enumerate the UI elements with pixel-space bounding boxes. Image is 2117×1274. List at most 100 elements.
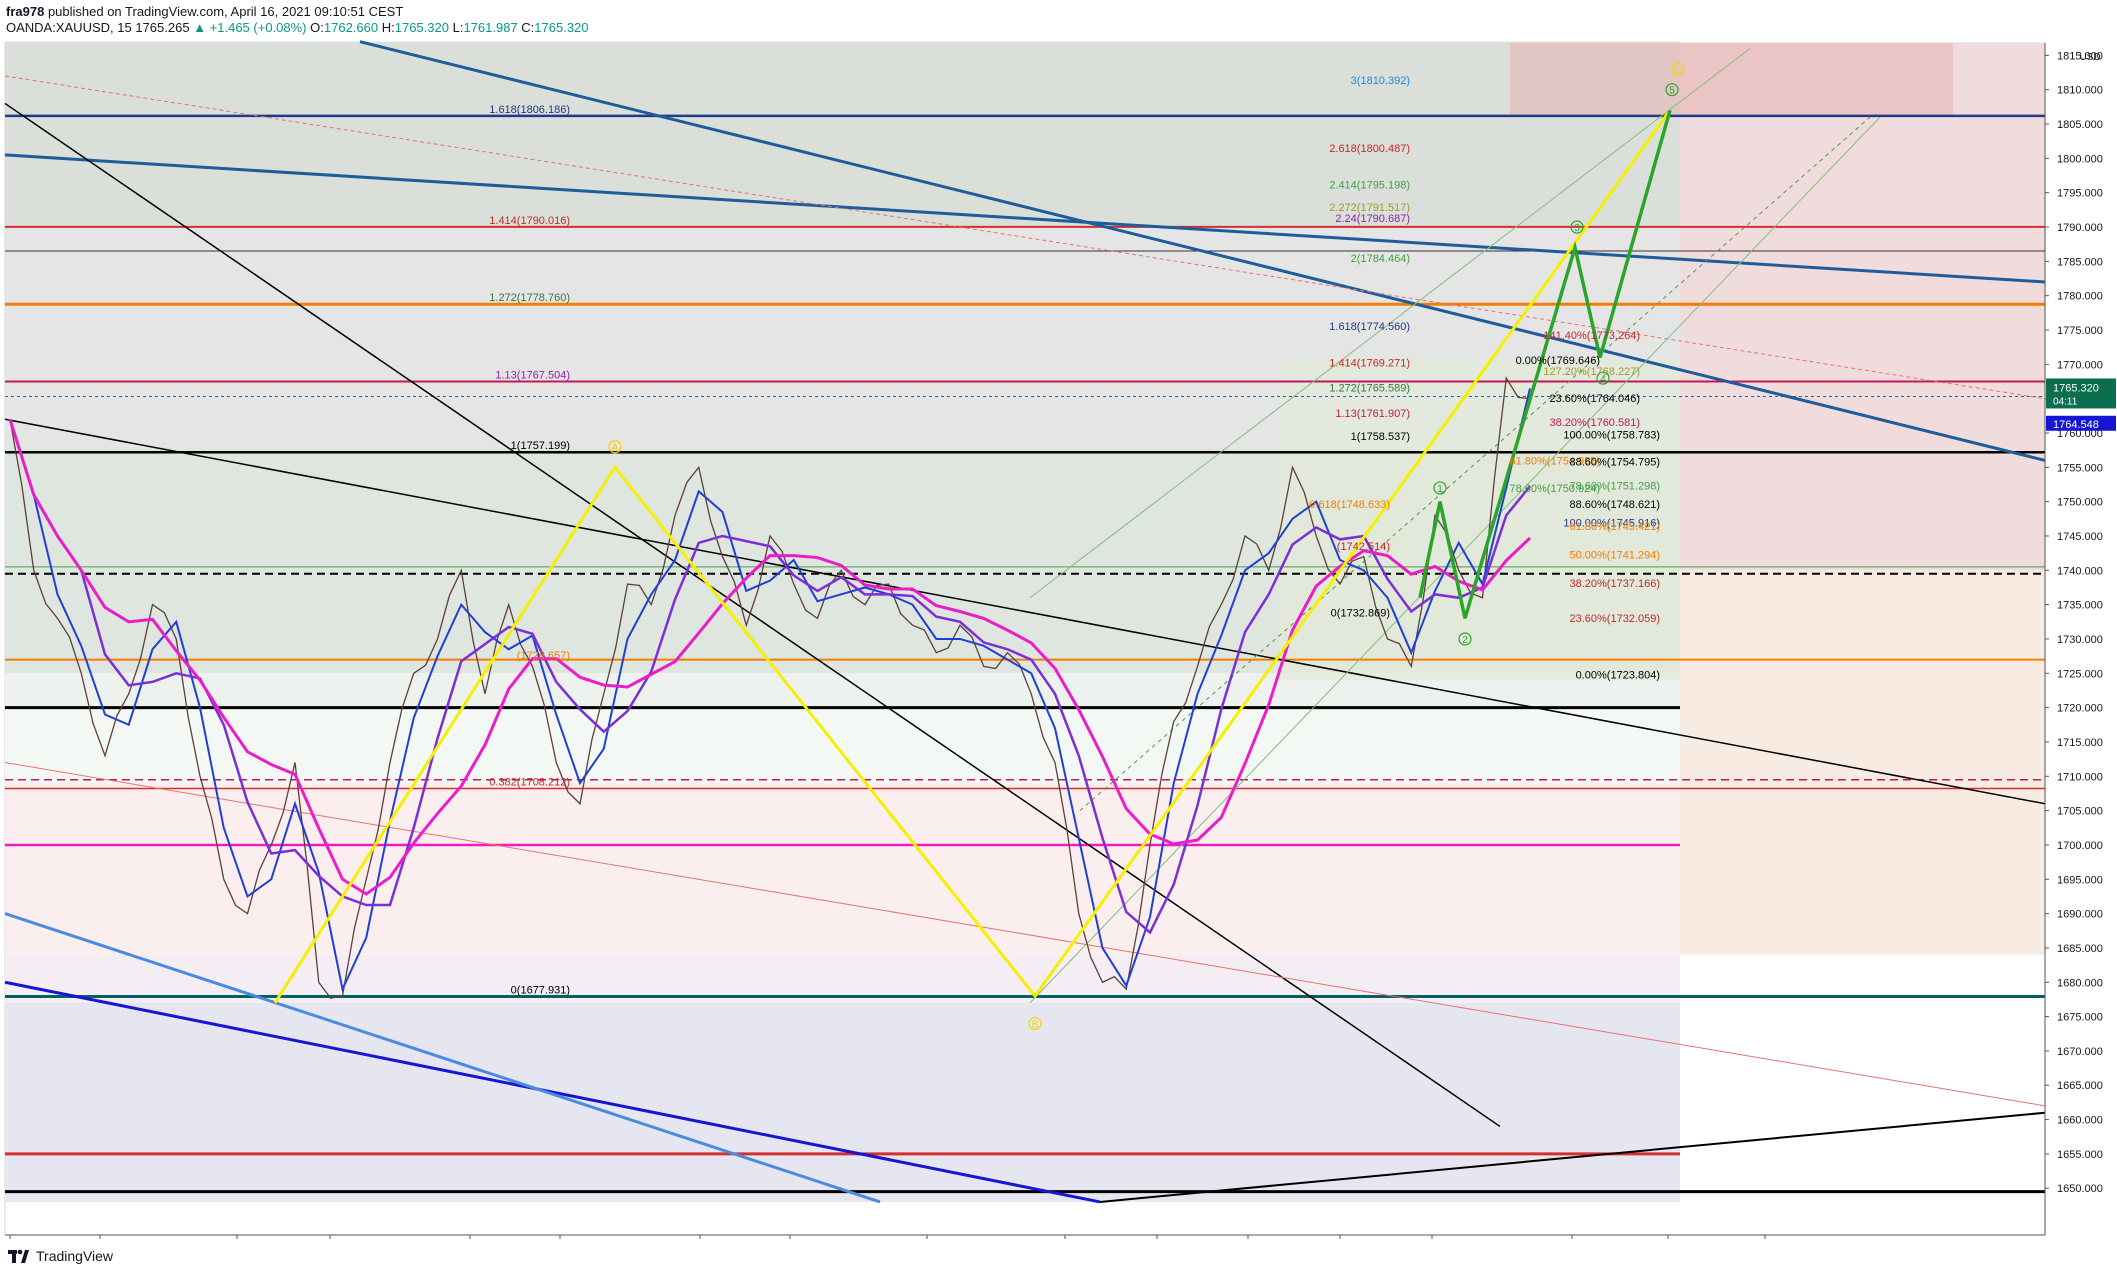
fib-level-label: 1.618(1774.560) (1329, 321, 1410, 333)
price-tick-label: 1710.000 (2057, 771, 2103, 783)
last-price: 1765.265 (135, 20, 190, 35)
price-tick-label: 1680.000 (2057, 977, 2103, 989)
price-tick-label: 1755.000 (2057, 462, 2103, 474)
fib-level-label: (1742.514) (1337, 541, 1390, 553)
price-tick-label: 1705.000 (2057, 806, 2103, 818)
price-chart[interactable]: 12345ABC 3(1810.392)1.618(1806.186)2.618… (0, 40, 2117, 1240)
price-tick-label: 1655.000 (2057, 1149, 2103, 1161)
open-label: O: (310, 20, 324, 35)
price-tick-label: 1740.000 (2057, 565, 2103, 577)
price-tick-label: 1780.000 (2057, 291, 2103, 303)
background-band (5, 783, 1680, 955)
fib-level-label: 100.00%(1758.783) (1563, 429, 1660, 441)
fib-level-label: 0.00%(1769.646) (1516, 355, 1600, 367)
price-tick-label: 1785.000 (2057, 256, 2103, 268)
countdown-value: 04:11 (2053, 396, 2078, 407)
price-tick-label: 1715.000 (2057, 737, 2103, 749)
price-tick-label: 1790.000 (2057, 222, 2103, 234)
price-tick-label: 1720.000 (2057, 703, 2103, 715)
projection-zone (1680, 43, 2045, 571)
symbol-ohlc: OANDA:XAUUSD, 15 1765.265 ▲ +1.465 (+0.0… (6, 20, 589, 35)
low-label: L: (452, 20, 464, 35)
open-value: 1762.660 (323, 20, 379, 35)
fib-level-label: 0(1677.931) (511, 984, 570, 996)
price-tick-label: 1670.000 (2057, 1046, 2103, 1058)
fib-level-label: 50.00%(1741.294) (1569, 549, 1660, 561)
high-value: 1765.320 (394, 20, 449, 35)
background-band (5, 41, 1680, 228)
fib-level-label: 38.20%(1760.581) (1549, 417, 1640, 429)
wave-label-text: B (1032, 1019, 1039, 1030)
chart-header: fra978 published on TradingView.com, Apr… (0, 0, 2117, 40)
price-tick-label: 1660.000 (2057, 1115, 2103, 1127)
fib-level-label: 0.618(1748.633) (1309, 499, 1390, 511)
fib-level-label: 1(1757.199) (511, 440, 570, 452)
fib-level-label: 127.20%(1768.227) (1543, 366, 1640, 378)
price-tick-label: 1735.000 (2057, 600, 2103, 612)
chart-footer: TradingView (0, 1240, 2117, 1274)
fib-level-label: 1.13(1767.504) (495, 369, 570, 381)
price-tick-label: 1750.000 (2057, 497, 2103, 509)
price-tick-label: 1800.000 (2057, 153, 2103, 165)
price-tick-label: 1745.000 (2057, 531, 2103, 543)
price-tick-label: 1665.000 (2057, 1080, 2103, 1092)
price-tick-label: 1725.000 (2057, 668, 2103, 680)
fib-level-label: 1.414(1790.016) (489, 215, 570, 227)
fib-level-label: 61.80%(1745.421) (1569, 521, 1660, 533)
price-tick-label: 1695.000 (2057, 874, 2103, 886)
price-tick-label: 1700.000 (2057, 840, 2103, 852)
fib-level-label: 3(1810.392) (1351, 75, 1410, 87)
fib-level-label: 2(1784.464) (1351, 253, 1410, 265)
fib-level-label: 78.60%(1751.298) (1569, 481, 1660, 493)
price-change: ▲ +1.465 (+0.08%) (193, 20, 307, 35)
currency-label: USD (2079, 52, 2100, 63)
fib-level-label: 2.414(1795.198) (1329, 179, 1410, 191)
fib-level-label: 38.20%(1737.166) (1569, 578, 1660, 590)
price-tick-label: 1685.000 (2057, 943, 2103, 955)
fib-level-label: 1.272(1765.589) (1329, 383, 1410, 395)
fib-level-label: 1.414(1769.271) (1329, 357, 1410, 369)
low-value: 1761.987 (463, 20, 518, 35)
price-tick-label: 1675.000 (2057, 1012, 2103, 1024)
price-tick-label: 1770.000 (2057, 359, 2103, 371)
price-tick-label: 1810.000 (2057, 85, 2103, 97)
fib-level-label: 0.382(1708.212) (489, 777, 570, 789)
publish-date: published on TradingView.com, April 16, … (47, 4, 404, 19)
fib-level-label: 23.60%(1764.046) (1549, 393, 1640, 405)
fib-level-label: (1726.657) (517, 650, 570, 662)
fib-level-label: 141.40%(1773.264) (1543, 330, 1640, 342)
publish-info: fra978 published on TradingView.com, Apr… (6, 4, 403, 19)
fib-level-label: 1.618(1806.186) (489, 104, 570, 116)
fib-level-label: 23.60%(1732.059) (1569, 613, 1660, 625)
wave-label-text: 1 (1437, 484, 1443, 495)
fib-level-label: 1.272(1778.760) (489, 292, 570, 304)
target-zone (1510, 43, 1953, 118)
price-tick-label: 1805.000 (2057, 119, 2103, 131)
price-tick-label: 1775.000 (2057, 325, 2103, 337)
wave-label-text: 3 (1574, 223, 1580, 234)
high-label: H: (381, 20, 395, 35)
projection-zone (1680, 570, 2045, 955)
price-axis[interactable]: 1815.0001810.0001805.0001800.0001795.000… (2044, 43, 2117, 1235)
fib-level-label: 88.60%(1754.795) (1569, 457, 1660, 469)
symbol-name: OANDA:XAUUSD, 15 (6, 20, 132, 35)
fib-level-label: 0(1732.869) (1331, 607, 1390, 619)
price-tick-label: 1650.000 (2057, 1183, 2103, 1195)
wave-label-text: 2 (1462, 635, 1468, 646)
background-band (5, 707, 1680, 784)
price-tick-label: 1730.000 (2057, 634, 2103, 646)
tradingview-logo[interactable]: TradingView (8, 1248, 113, 1264)
fib-level-label: 0.00%(1723.804) (1576, 670, 1660, 682)
close-value: 1765.320 (534, 20, 589, 35)
wave-label-text: A (612, 443, 619, 454)
current-price-value: 1765.320 (2053, 382, 2099, 394)
ma-price-value: 1764.548 (2053, 419, 2099, 431)
author-name[interactable]: fra978 (6, 4, 44, 19)
fib-level-label: 2.618(1800.487) (1329, 143, 1410, 155)
brand-name: TradingView (36, 1248, 114, 1264)
price-tick-label: 1690.000 (2057, 909, 2103, 921)
fib-level-label: 88.60%(1748.621) (1569, 499, 1660, 511)
fib-level-label: 1.13(1761.907) (1335, 408, 1410, 420)
fib-level-label: 1(1758.537) (1351, 431, 1410, 443)
tradingview-icon (8, 1249, 29, 1263)
